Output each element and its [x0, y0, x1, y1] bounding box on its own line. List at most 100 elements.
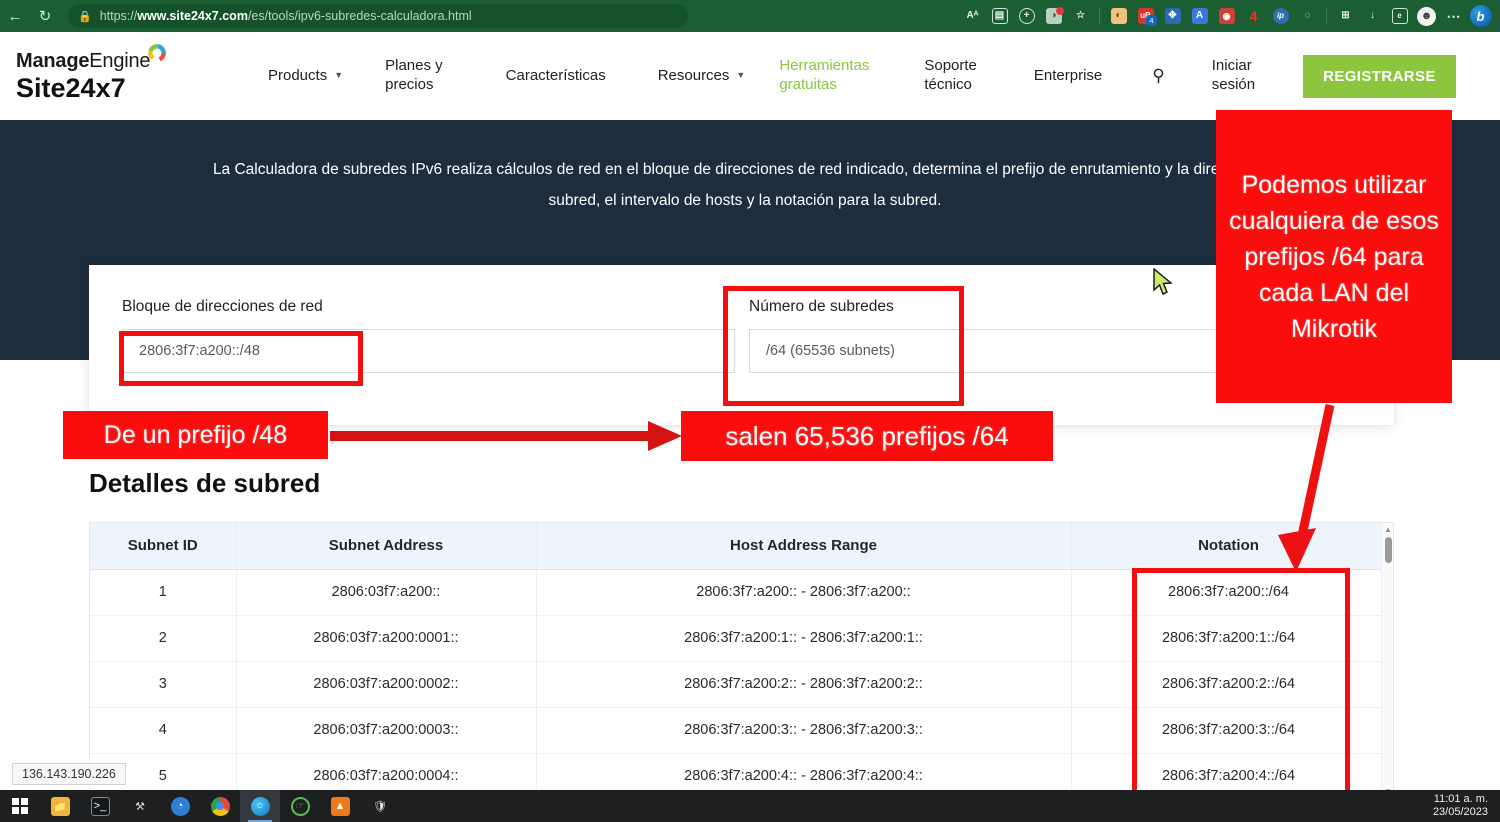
browser-essentials-icon[interactable]: e	[1386, 3, 1413, 29]
cell-host-range: 2806:3f7:a200:1:: - 2806:3f7:a200:1::	[536, 615, 1071, 661]
cell-subnet-id: 4	[90, 707, 236, 753]
site-logo[interactable]: ManageEngine Site24x7	[16, 50, 206, 102]
chrome-icon[interactable]	[200, 790, 240, 822]
calculator-form-card: Bloque de direcciones de red 2806:3f7:a2…	[89, 265, 1394, 425]
cell-host-range: 2806:3f7:a200:3:: - 2806:3f7:a200:3::	[536, 707, 1071, 753]
table-row: 1 2806:03f7:a200:: 2806:3f7:a200:: - 280…	[90, 569, 1386, 615]
edge-icon[interactable]: ○	[240, 790, 280, 822]
cell-notation: 2806:3f7:a200:1::/64	[1071, 615, 1386, 661]
table-row: 2 2806:03f7:a200:0001:: 2806:3f7:a200:1:…	[90, 615, 1386, 661]
nav-item-herramientas-gratuitas[interactable]: Herramientas gratuitas	[779, 57, 869, 95]
cell-subnet-address: 2806:03f7:a200:0003::	[236, 707, 536, 753]
table-scrollbar[interactable]: ▲ ▼	[1381, 523, 1393, 797]
cell-host-range: 2806:3f7:a200:2:: - 2806:3f7:a200:2::	[536, 661, 1071, 707]
shield-app-icon[interactable]: 🛡	[360, 790, 400, 822]
extension-ublock-icon[interactable]: uB4	[1132, 3, 1159, 29]
read-aloud-icon[interactable]: Aᴬ	[959, 3, 986, 29]
extension-red-four-icon[interactable]: 4	[1240, 3, 1267, 29]
column-notation: Notation	[1071, 523, 1386, 569]
immersive-reader-icon[interactable]: ▤	[986, 3, 1013, 29]
table-row: 3 2806:03f7:a200:0002:: 2806:3f7:a200:2:…	[90, 661, 1386, 707]
nav-item-caracteristicas[interactable]: Características	[506, 67, 606, 86]
taskbar-clock[interactable]: 11:01 a. m. 23/05/2023	[1433, 793, 1488, 819]
extension-paint-icon[interactable]: ◐	[1105, 3, 1132, 29]
nav-item-products[interactable]: Products▼	[268, 67, 343, 86]
manageengine-swoosh-icon	[147, 43, 167, 63]
scroll-up-arrow-icon[interactable]: ▲	[1384, 525, 1392, 534]
main-nav: Products▼ Planes y precios Característic…	[254, 55, 1500, 98]
favorites-icon[interactable]: ☆	[1067, 3, 1094, 29]
profile-avatar-icon[interactable]: ☻	[1413, 3, 1440, 29]
subnet-details-table: Subnet ID Subnet Address Host Address Ra…	[90, 523, 1387, 797]
logo-site24x7: Site24x7	[16, 74, 206, 102]
split-screen-icon[interactable]: ⊞	[1332, 3, 1359, 29]
column-subnet-id: Subnet ID	[90, 523, 236, 569]
extension-glasses-icon[interactable]: ◉	[1213, 3, 1240, 29]
arrow-prefix-to-result	[330, 421, 682, 451]
windows-taskbar: 📁 >_ ⚒ ◔ ○ ☞ ▲ 🛡 11:01 a. m. 23/05/2023	[0, 790, 1500, 822]
cell-notation: 2806:3f7:a200::/64	[1071, 569, 1386, 615]
cell-subnet-id: 3	[90, 661, 236, 707]
green-app-icon[interactable]: ☞	[280, 790, 320, 822]
cell-subnet-id: 2	[90, 615, 236, 661]
results-title: Detalles de subred	[89, 468, 320, 499]
reload-icon[interactable]: ↻	[30, 1, 60, 31]
nav-item-enterprise[interactable]: Enterprise	[1034, 67, 1102, 86]
start-button[interactable]	[0, 790, 40, 822]
cell-subnet-address: 2806:03f7:a200::	[236, 569, 536, 615]
cell-subnet-address: 2806:03f7:a200:0001::	[236, 615, 536, 661]
extension-ip-icon[interactable]: ip	[1267, 3, 1294, 29]
tool-app-icon[interactable]: ⚒	[120, 790, 160, 822]
chevron-down-icon: ▼	[334, 70, 343, 81]
network-block-input[interactable]: 2806:3f7:a200::/48	[122, 329, 735, 373]
column-host-address-range: Host Address Range	[536, 523, 1071, 569]
mouse-cursor-icon	[1152, 268, 1178, 298]
windows-logo-icon	[12, 798, 28, 814]
table-header-row: Subnet ID Subnet Address Host Address Ra…	[90, 523, 1386, 569]
register-button[interactable]: REGISTRARSE	[1303, 55, 1456, 98]
nav-item-soporte-tecnico[interactable]: Soporte técnico	[924, 57, 977, 95]
zoom-icon[interactable]: +	[1013, 3, 1040, 29]
bing-copilot-icon[interactable]: b	[1467, 3, 1494, 29]
annotation-note-mikrotik: Podemos utilizar cualquiera de esos pref…	[1216, 110, 1452, 403]
file-explorer-icon[interactable]: 📁	[40, 790, 80, 822]
clock-time: 11:01 a. m.	[1433, 793, 1488, 806]
browser-toolbar: ← ↻ 🔒 https://www.site24x7.com/es/tools/…	[0, 0, 1500, 32]
toolbar-divider	[1099, 8, 1100, 24]
annotation-label-result: salen 65,536 prefijos /64	[681, 411, 1053, 461]
site-header: ManageEngine Site24x7 Products▼ Planes y…	[0, 32, 1500, 120]
chevron-down-icon: ▼	[736, 70, 745, 81]
table-row: 4 2806:03f7:a200:0003:: 2806:3f7:a200:3:…	[90, 707, 1386, 753]
lock-icon: 🔒	[78, 10, 92, 23]
clock-date: 23/05/2023	[1433, 806, 1488, 819]
winbox-icon[interactable]: ◔	[160, 790, 200, 822]
back-arrow-icon[interactable]: ←	[0, 1, 30, 31]
hero-description: La Calculadora de subredes IPv6 realiza …	[190, 154, 1300, 216]
extension-blue-icon[interactable]: ✥	[1159, 3, 1186, 29]
cell-subnet-id: 1	[90, 569, 236, 615]
scrollbar-thumb[interactable]	[1385, 537, 1392, 563]
search-icon[interactable]: ⚲	[1152, 66, 1164, 86]
annotation-label-prefix48: De un prefijo /48	[63, 411, 328, 459]
collections-icon[interactable]: ◑	[1040, 3, 1067, 29]
extension-translate-icon[interactable]: A	[1186, 3, 1213, 29]
settings-more-icon[interactable]: ⋯	[1440, 3, 1467, 29]
cell-notation: 2806:3f7:a200:3::/64	[1071, 707, 1386, 753]
downloads-icon[interactable]: ↓	[1359, 3, 1386, 29]
cell-notation: 2806:3f7:a200:2::/64	[1071, 661, 1386, 707]
browser-toolbar-icons: Aᴬ ▤ + ◑ ☆ ◐ uB4 ✥ A ◉ 4 ip ◌ ⊞ ↓ e ☻ ⋯ …	[959, 3, 1500, 29]
subnet-details-table-wrapper: Subnet ID Subnet Address Host Address Ra…	[89, 522, 1394, 797]
login-link[interactable]: Iniciar sesión	[1212, 57, 1255, 95]
nav-item-planes-precios[interactable]: Planes y precios	[385, 57, 443, 95]
toolbar-divider-2	[1326, 8, 1327, 24]
screen: ← ↻ 🔒 https://www.site24x7.com/es/tools/…	[0, 0, 1500, 822]
status-bar-tooltip: 136.143.190.226	[12, 763, 126, 785]
address-bar[interactable]: 🔒 https://www.site24x7.com/es/tools/ipv6…	[68, 4, 688, 28]
terminal-icon[interactable]: >_	[80, 790, 120, 822]
url-text: https://www.site24x7.com/es/tools/ipv6-s…	[100, 9, 472, 23]
network-block-field: Bloque de direcciones de red 2806:3f7:a2…	[122, 298, 735, 373]
nav-item-resources[interactable]: Resources▼	[658, 67, 746, 86]
extension-ghost-icon[interactable]: ◌	[1294, 3, 1321, 29]
cell-subnet-address: 2806:03f7:a200:0002::	[236, 661, 536, 707]
orange-app-icon[interactable]: ▲	[320, 790, 360, 822]
